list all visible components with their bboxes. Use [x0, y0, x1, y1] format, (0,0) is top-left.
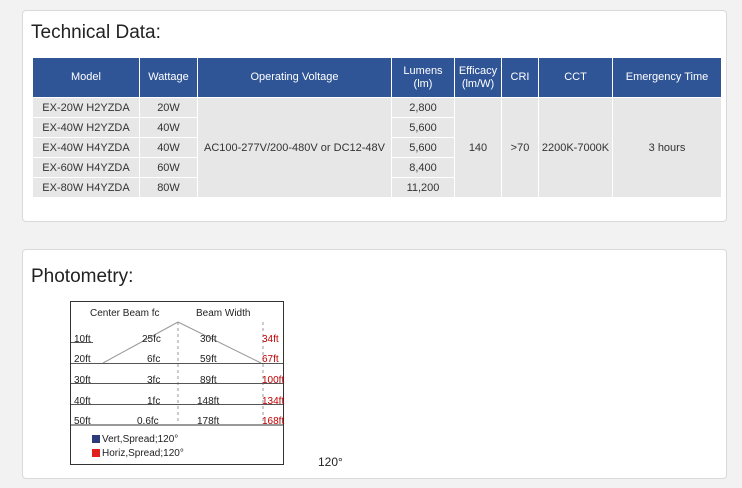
- fc-label: 6fc: [147, 354, 161, 365]
- model-cell: EX-20W H2YZDA: [32, 97, 140, 118]
- distance-label: 50ft: [74, 416, 91, 427]
- fc-label: 3fc: [147, 375, 161, 386]
- legend-vert: Vert,Spread;120°: [92, 434, 178, 445]
- photometry-chart: Center Beam fc Beam Width 10ft 25fc 30ft…: [70, 301, 284, 465]
- row-divider: [71, 404, 283, 405]
- fc-label: 1fc: [147, 396, 161, 407]
- lumens-cell: 2,800: [391, 97, 455, 118]
- voltage-cell: AC100-277V/200-480V or DC12-48V: [197, 97, 392, 198]
- horiz-width-label: 134ft: [262, 396, 285, 407]
- header-voltage: Operating Voltage: [197, 57, 392, 98]
- header-emergency: Emergency Time: [612, 57, 722, 98]
- legend-swatch-vert: [92, 435, 100, 443]
- photometry-panel: Photometry: Center Beam fc Beam Width 10…: [22, 249, 727, 479]
- header-efficacy: Efficacy (lm/W): [454, 57, 502, 98]
- efficacy-cell: 140: [454, 97, 502, 198]
- distance-label: 40ft: [74, 396, 91, 407]
- horiz-width-label: 67ft: [262, 354, 279, 365]
- header-wattage: Wattage: [139, 57, 198, 98]
- table-header-row: Model Wattage Operating Voltage Lumens (…: [32, 57, 722, 98]
- wattage-cell: 60W: [139, 157, 198, 178]
- distance-label: 30ft: [74, 375, 91, 386]
- model-cell: EX-80W H4YZDA: [32, 177, 140, 198]
- lumens-cell: 11,200: [391, 177, 455, 198]
- legend-swatch-horiz: [92, 449, 100, 457]
- legend-horiz: Horiz,Spread;120°: [92, 448, 184, 459]
- cct-cell: 2200K-7000K: [538, 97, 613, 198]
- wattage-cell: 20W: [139, 97, 198, 118]
- distance-label: 20ft: [74, 354, 91, 365]
- distance-label: 10ft: [74, 334, 91, 345]
- wattage-cell: 40W: [139, 117, 198, 138]
- cri-cell: >70: [501, 97, 539, 198]
- emergency-cell: 3 hours: [612, 97, 722, 198]
- row-divider: [71, 383, 283, 384]
- beam-width-header: Beam Width: [196, 308, 251, 319]
- wattage-cell: 80W: [139, 177, 198, 198]
- table-row: EX-20W H2YZDA 20W AC100-277V/200-480V or…: [32, 97, 722, 198]
- legend-label: Vert,Spread;120°: [102, 434, 179, 445]
- fc-label: 0.6fc: [137, 416, 159, 427]
- lumens-cell: 8,400: [391, 157, 455, 178]
- horiz-width-label: 34ft: [262, 334, 279, 345]
- horiz-width-label: 100ft: [262, 375, 285, 386]
- header-cct: CCT: [538, 57, 613, 98]
- beam-angle-label: 120°: [318, 455, 343, 469]
- header-model: Model: [32, 57, 140, 98]
- row-divider: [71, 363, 283, 364]
- model-cell: EX-40W H2YZDA: [32, 117, 140, 138]
- horiz-width-label: 168ft: [262, 416, 285, 427]
- lumens-cell: 5,600: [391, 117, 455, 138]
- header-lumens: Lumens (lm): [391, 57, 455, 98]
- vert-width-label: 89ft: [200, 375, 217, 386]
- model-cell: EX-40W H4YZDA: [32, 137, 140, 158]
- lumens-cell: 5,600: [391, 137, 455, 158]
- wattage-cell: 40W: [139, 137, 198, 158]
- header-cri: CRI: [501, 57, 539, 98]
- model-cell: EX-60W H4YZDA: [32, 157, 140, 178]
- vert-width-label: 178ft: [197, 416, 220, 427]
- vert-width-label: 148ft: [197, 396, 220, 407]
- center-beam-header: Center Beam fc: [90, 308, 160, 319]
- vert-width-label: 59ft: [200, 354, 217, 365]
- technical-data-panel: Technical Data: Model Wattage Operating …: [22, 10, 727, 222]
- vert-width-label: 30ft: [200, 334, 217, 345]
- technical-data-title: Technical Data:: [31, 22, 161, 43]
- spec-table: Model Wattage Operating Voltage Lumens (…: [32, 57, 722, 198]
- legend-label: Horiz,Spread;120°: [102, 448, 184, 459]
- photometry-title: Photometry:: [31, 266, 134, 287]
- fc-label: 25fc: [142, 334, 161, 345]
